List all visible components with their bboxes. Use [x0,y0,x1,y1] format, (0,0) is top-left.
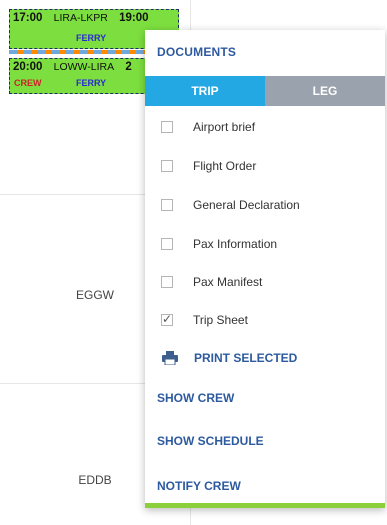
checkbox[interactable] [161,275,173,288]
tab-bar: TRIP LEG [145,76,385,106]
schedule-view: EGGW EDDB 17:00 LIRA-LKPR 19:00 FERRY 20… [0,0,387,525]
printer-icon [162,351,178,365]
tab-trip[interactable]: TRIP [145,76,265,106]
show-schedule-link[interactable]: SHOW SCHEDULE [157,434,264,448]
menu-title: DOCUMENTS [157,45,237,59]
notify-crew-link[interactable]: NOTIFY CREW [157,479,241,493]
document-item-pax-information[interactable]: Pax Information [145,224,385,263]
documents-context-menu: DOCUMENTS TRIP LEG Airport brief Flight … [145,30,385,508]
checkbox[interactable] [161,198,173,211]
checkbox[interactable] [161,120,173,133]
show-crew-link[interactable]: SHOW CREW [157,391,234,405]
ferry-tag: FERRY [76,33,107,43]
arrival-time: 2 [125,61,132,73]
document-item-pax-manifest[interactable]: Pax Manifest [145,262,385,301]
tab-leg[interactable]: LEG [265,76,385,106]
checkbox[interactable] [161,237,173,250]
ferry-tag: FERRY [76,78,107,88]
document-label: Airport brief [193,119,256,134]
document-item-flight-order[interactable]: Flight Order [145,146,385,185]
document-label: Flight Order [193,158,257,173]
checkbox-checked[interactable]: ✓ [161,311,173,326]
document-item-general-declaration[interactable]: General Declaration [145,185,385,224]
document-label: Pax Manifest [193,274,263,289]
document-item-trip-sheet[interactable]: ✓ Trip Sheet [145,300,385,339]
checkmark-icon: ✓ [162,311,173,326]
print-selected-button[interactable]: PRINT SELECTED [145,342,385,374]
flight-route: LIRA-LKPR [53,12,108,24]
document-label: Trip Sheet [193,312,248,327]
flight-info: 20:00 LOWW-LIRA 2 [13,61,132,73]
departure-time: 17:00 [13,12,43,24]
document-label: Pax Information [193,236,278,251]
print-selected-label: PRINT SELECTED [194,351,298,365]
flight-info: 17:00 LIRA-LKPR 19:00 [13,12,149,24]
departure-time: 20:00 [13,61,43,73]
arrival-time: 19:00 [119,12,149,24]
document-label: General Declaration [193,197,300,212]
checkbox[interactable] [161,159,173,172]
flight-route: LOWW-LIRA [53,61,115,73]
crew-tag: CREW [14,78,42,88]
document-item-airport-brief[interactable]: Airport brief [145,107,385,146]
